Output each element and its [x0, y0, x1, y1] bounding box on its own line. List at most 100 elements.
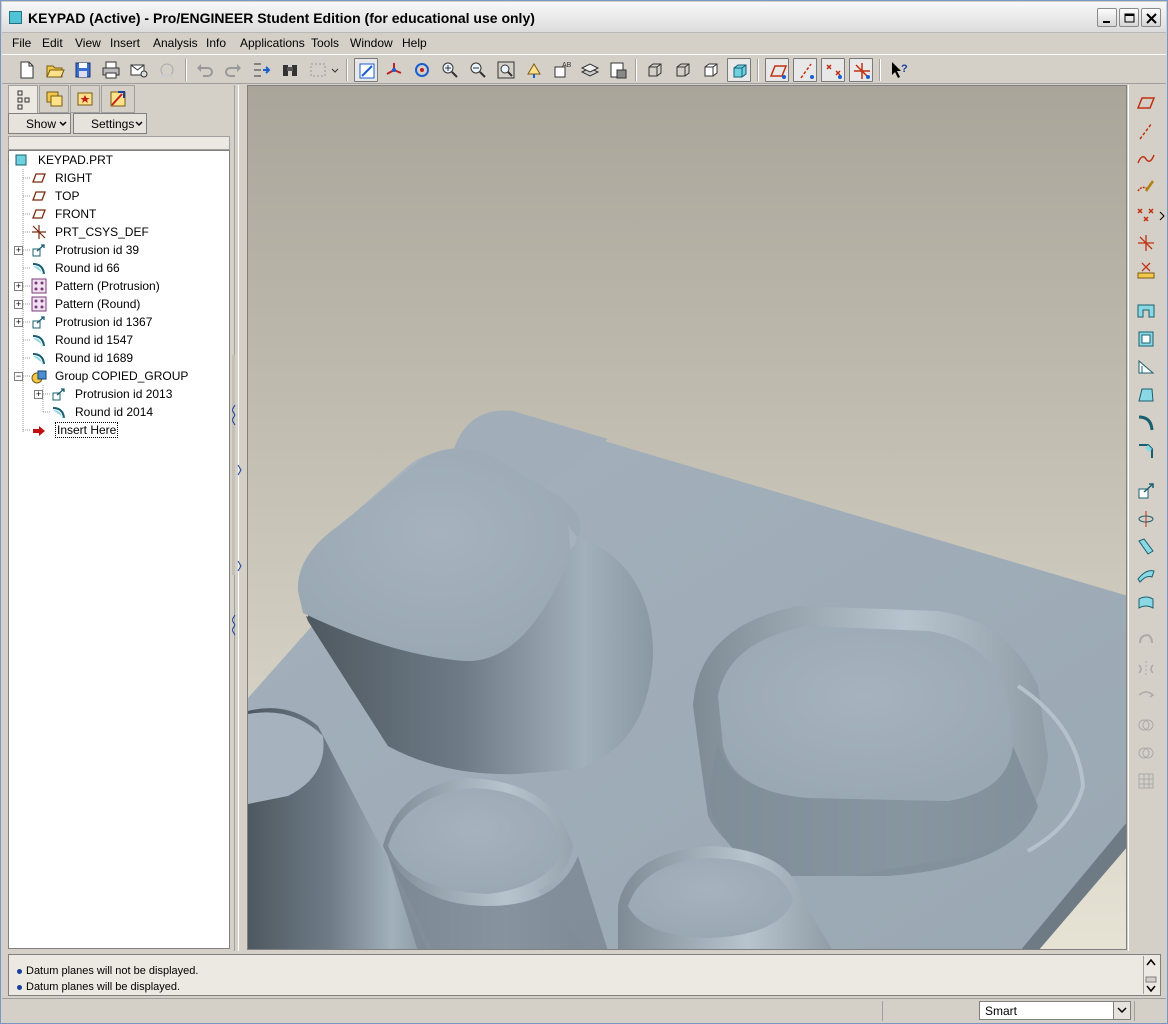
sweep-tool-icon[interactable]: [1133, 535, 1159, 559]
menu-analysis[interactable]: Analysis: [153, 36, 198, 50]
analysis-tool-icon[interactable]: [1133, 259, 1159, 283]
blend-tool-icon[interactable]: [1133, 563, 1159, 587]
menu-window[interactable]: Window: [350, 36, 393, 50]
revolve-tool-icon[interactable]: [1133, 507, 1159, 531]
saved-views-icon[interactable]: AB: [550, 58, 574, 82]
model-tree-tab[interactable]: [8, 85, 38, 113]
menu-help[interactable]: Help: [402, 36, 427, 50]
selection-filter-dropdown[interactable]: Smart: [979, 1001, 1131, 1020]
datum-plane-icon: [32, 191, 46, 201]
copy-tool-icon[interactable]: [1133, 629, 1159, 653]
menu-insert[interactable]: Insert: [110, 36, 140, 50]
menu-applications[interactable]: Applications: [240, 36, 305, 50]
message-line: Datum planes will be displayed.: [17, 981, 180, 993]
undo-button[interactable]: [193, 58, 217, 82]
scroll-arrows-icon: [1145, 958, 1157, 993]
shading-icon[interactable]: [727, 58, 751, 82]
view-manager-icon[interactable]: [606, 58, 630, 82]
chevron-down-icon: [135, 121, 143, 127]
csys-tool-icon[interactable]: [1133, 231, 1159, 255]
boundary-blend-icon[interactable]: [1133, 591, 1159, 615]
model-tree: KEYPAD.PRT RIGHT TOP FRONT PRT_CSYS_DEF …: [8, 150, 230, 949]
connections-tab[interactable]: [101, 85, 135, 113]
expand-toggle[interactable]: +: [34, 390, 43, 399]
print-button[interactable]: [99, 58, 123, 82]
expand-toggle[interactable]: +: [14, 300, 23, 309]
close-button[interactable]: [1141, 8, 1161, 27]
collapse-toggle[interactable]: −: [14, 372, 23, 381]
refit-icon[interactable]: [494, 58, 518, 82]
svg-text:AB: AB: [562, 62, 572, 69]
datum-curve-tool-icon[interactable]: [1133, 147, 1159, 171]
rib-tool-icon[interactable]: [1133, 355, 1159, 379]
menu-edit[interactable]: Edit: [42, 36, 63, 50]
sketch-tool-icon[interactable]: [1133, 175, 1159, 199]
datum-point-tool-icon[interactable]: [1133, 203, 1159, 227]
message-scrollbar[interactable]: [1143, 956, 1158, 994]
datum-axes-toggle-icon[interactable]: [793, 58, 817, 82]
chevron-down-icon[interactable]: [1113, 1002, 1130, 1019]
extrude-tool-icon[interactable]: [1133, 479, 1159, 503]
regenerate-button[interactable]: [249, 58, 273, 82]
zoom-in-icon[interactable]: [438, 58, 462, 82]
sketch-view-button[interactable]: [354, 58, 378, 82]
graphics-window[interactable]: [247, 85, 1127, 950]
draft-tool-icon[interactable]: [1133, 383, 1159, 407]
no-hidden-icon[interactable]: [699, 58, 723, 82]
intersect-tool-icon[interactable]: [1133, 741, 1159, 765]
chamfer-tool-icon[interactable]: [1133, 439, 1159, 463]
datum-axis-tool-icon[interactable]: [1133, 119, 1159, 143]
favorites-tab[interactable]: [70, 85, 100, 113]
merge-tool-icon[interactable]: [1133, 685, 1159, 709]
spin-center-button[interactable]: [382, 58, 406, 82]
datum-points-toggle-icon[interactable]: [821, 58, 845, 82]
new-file-button[interactable]: [15, 58, 39, 82]
save-button[interactable]: [71, 58, 95, 82]
coordinate-systems-toggle-icon[interactable]: [849, 58, 873, 82]
pattern-icon: [31, 278, 47, 294]
context-help-icon[interactable]: ?: [887, 58, 911, 82]
keypad-model-render[interactable]: [248, 86, 1127, 950]
menu-file[interactable]: File: [12, 36, 31, 50]
zoom-out-icon[interactable]: [466, 58, 490, 82]
email-link-button[interactable]: [155, 58, 179, 82]
protrusion-icon: [32, 316, 45, 329]
expand-toggle[interactable]: +: [14, 246, 23, 255]
hole-tool-icon[interactable]: [1133, 299, 1159, 323]
hidden-line-icon[interactable]: [671, 58, 695, 82]
selection-dropdown-icon[interactable]: [328, 58, 342, 82]
menu-tools[interactable]: Tools: [311, 36, 339, 50]
panel-sash[interactable]: [231, 85, 246, 951]
redo-button[interactable]: [221, 58, 245, 82]
title-bar[interactable]: KEYPAD (Active) - Pro/ENGINEER Student E…: [2, 2, 1166, 33]
mirror-tool-icon[interactable]: [1133, 657, 1159, 681]
trim-tool-icon[interactable]: [1133, 713, 1159, 737]
datum-plane-tool-icon[interactable]: [1133, 91, 1159, 115]
layers-icon[interactable]: [578, 58, 602, 82]
menu-info[interactable]: Info: [206, 36, 226, 50]
tree-column-header[interactable]: [8, 136, 230, 150]
show-dropdown[interactable]: Show: [8, 113, 71, 134]
group-icon: [31, 370, 47, 384]
settings-dropdown[interactable]: Settings: [73, 113, 147, 134]
folder-browser-tab[interactable]: [39, 85, 69, 113]
datum-plane-icon: [32, 209, 46, 219]
pattern-tool-icon[interactable]: [1133, 769, 1159, 793]
round-tool-icon[interactable]: [1133, 411, 1159, 435]
reorient-icon[interactable]: [522, 58, 546, 82]
shell-tool-icon[interactable]: [1133, 327, 1159, 351]
menu-view[interactable]: View: [75, 36, 101, 50]
wireframe-icon[interactable]: [643, 58, 667, 82]
expand-toggle[interactable]: +: [14, 318, 23, 327]
maximize-button[interactable]: [1119, 8, 1139, 27]
message-line: Datum planes will not be displayed.: [17, 965, 198, 977]
expand-toggle[interactable]: +: [14, 282, 23, 291]
orient-mode-button[interactable]: [410, 58, 434, 82]
datum-planes-toggle-icon[interactable]: [765, 58, 789, 82]
chevron-right-icon[interactable]: [1159, 211, 1165, 221]
find-binoculars-button[interactable]: [278, 58, 302, 82]
selection-box-button[interactable]: [306, 58, 330, 82]
open-folder-button[interactable]: [43, 58, 67, 82]
minimize-button[interactable]: [1097, 8, 1117, 27]
email-button[interactable]: [127, 58, 151, 82]
